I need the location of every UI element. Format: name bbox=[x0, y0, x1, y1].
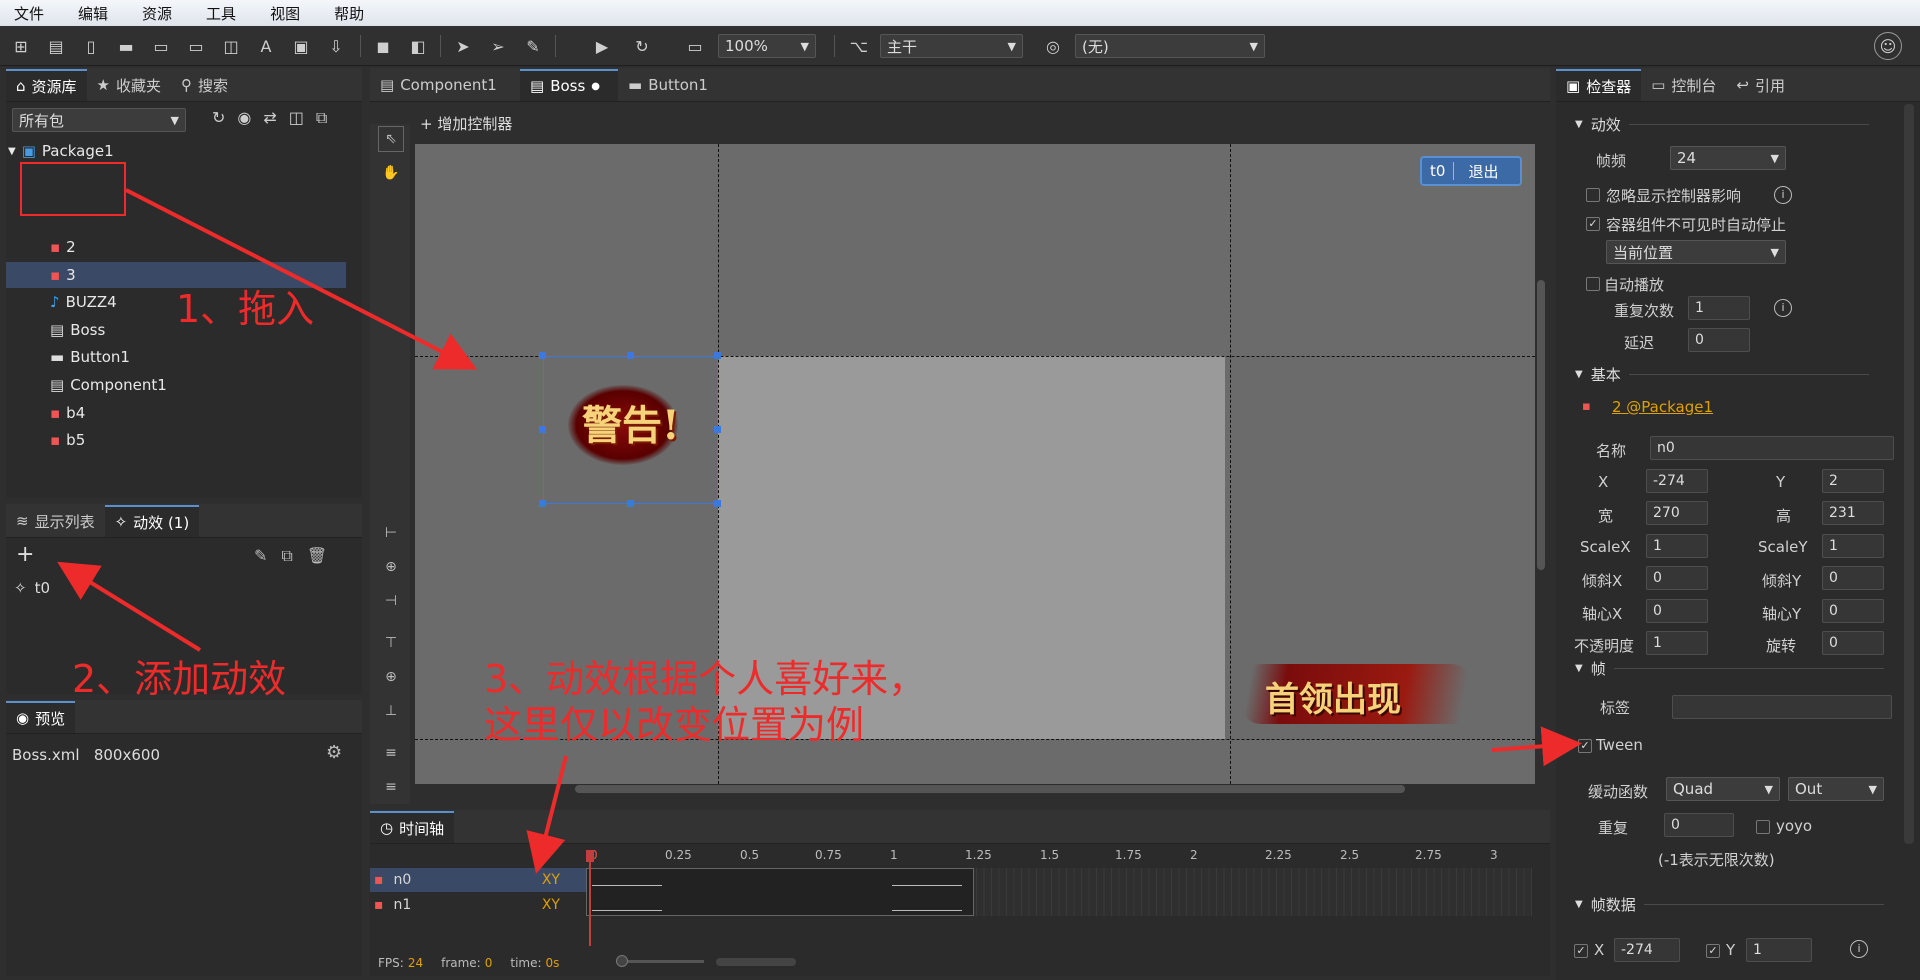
annotation-step1: 1、拖入 bbox=[176, 287, 315, 331]
arrow-add bbox=[57, 561, 202, 652]
annotation-arrows bbox=[57, 188, 1582, 874]
arrow-tween bbox=[1491, 726, 1582, 767]
annotation-step2: 2、添加动效 bbox=[72, 657, 287, 701]
annotation-step3-line2: 这里仅以改变位置为例 bbox=[484, 703, 865, 747]
arrow-timeline bbox=[526, 755, 568, 874]
